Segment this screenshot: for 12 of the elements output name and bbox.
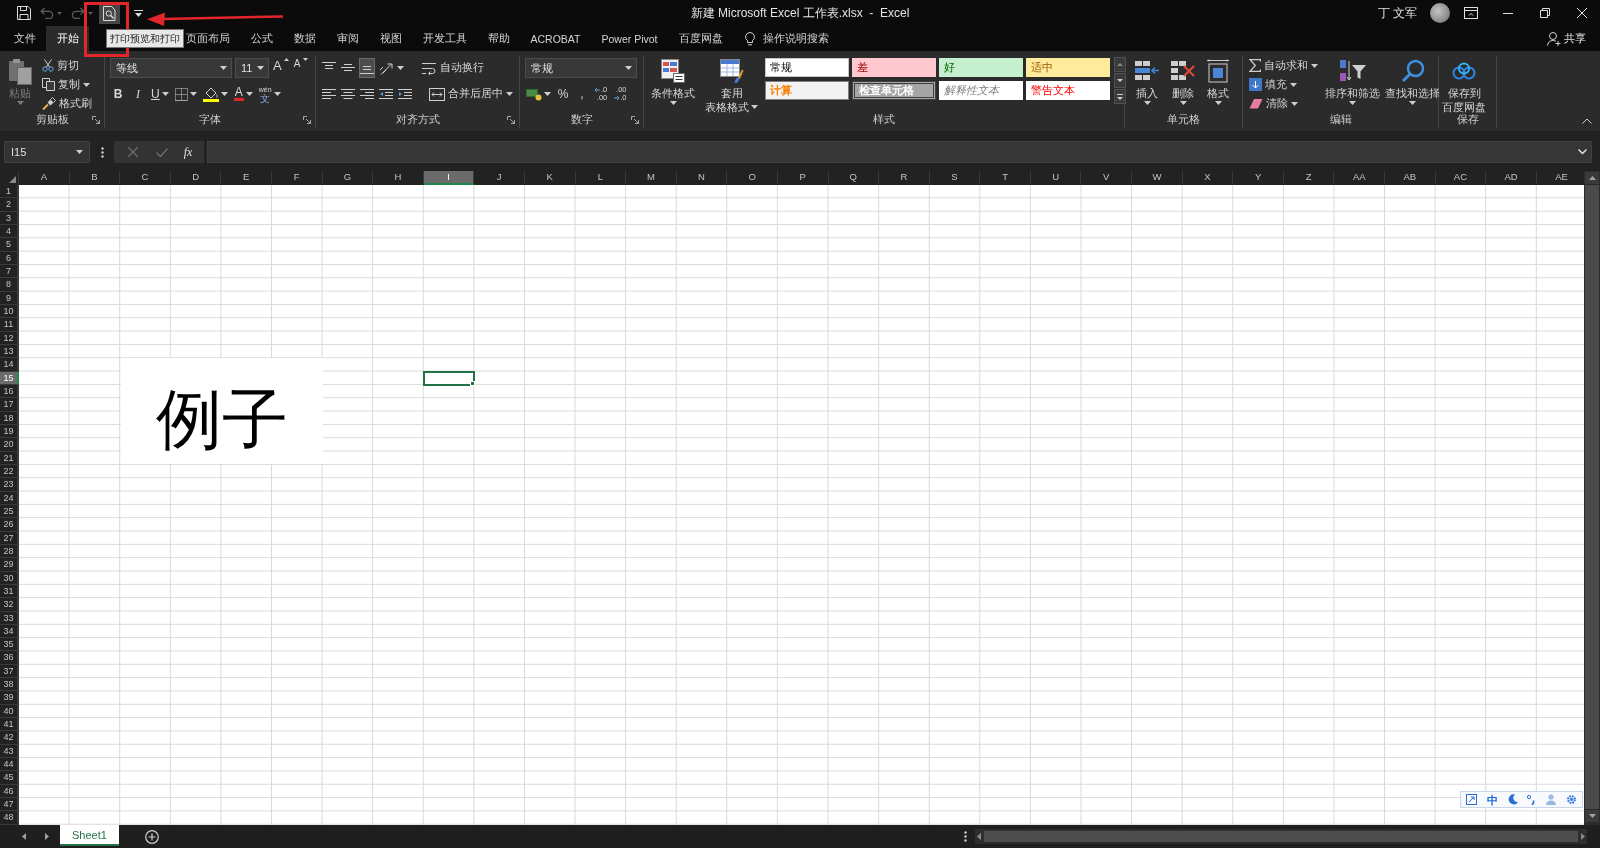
group-label: 单元格: [1167, 113, 1200, 127]
group-label: 数字: [570, 113, 593, 127]
user-name: 丁 文军: [1377, 4, 1417, 22]
group-label: 剪贴板: [35, 113, 69, 127]
group-label: 编辑: [1329, 113, 1352, 127]
group-label: 保存: [1456, 113, 1479, 127]
text-box: 例子: [121, 358, 323, 464]
group-label: 对齐方式: [395, 113, 440, 127]
group-label: 字体: [199, 113, 221, 127]
window-title: 新建 Microsoft Excel 工作表.xlsx - Excel: [690, 4, 910, 22]
group-label: 样式: [873, 113, 895, 127]
tooltip: 打印预览和打印: [106, 29, 184, 48]
